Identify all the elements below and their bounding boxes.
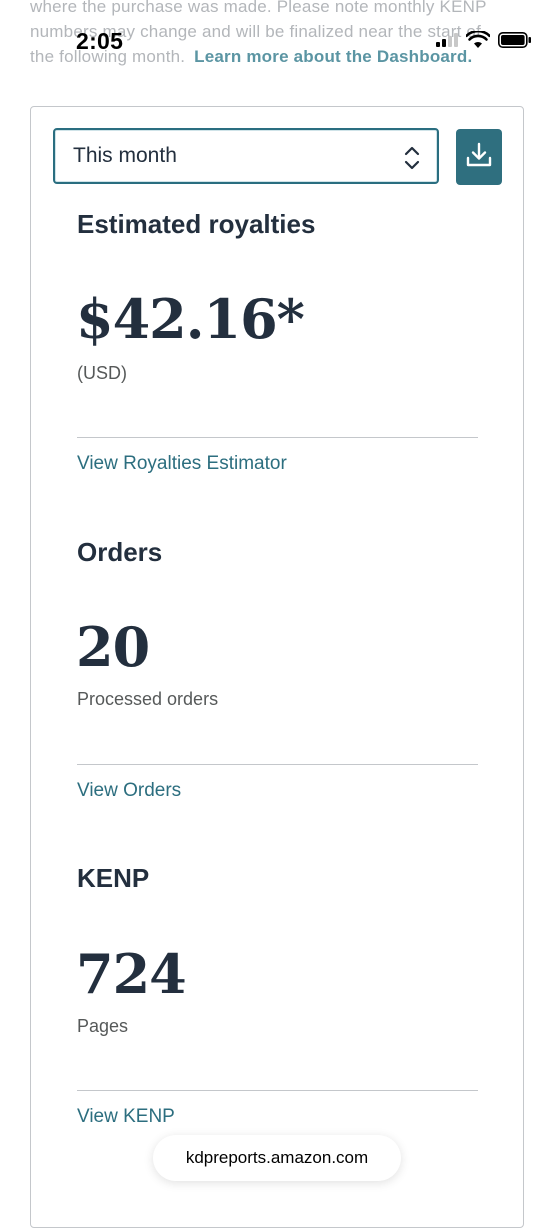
divider (77, 764, 478, 765)
orders-label: Processed orders (77, 689, 219, 709)
dashboard-card: This month Estimated royalties $42.16* (… (30, 106, 524, 1228)
orders-title: Orders (77, 537, 163, 567)
royalties-currency: (USD) (77, 363, 127, 383)
browser-url-text: kdpreports.amazon.com (185, 1148, 369, 1167)
divider (77, 437, 478, 438)
kenp-label: Pages (77, 1016, 129, 1036)
status-time: 2:05 (76, 28, 124, 54)
orders-value: 20 (76, 615, 150, 679)
royalties-value: $42.16* (76, 287, 305, 351)
view-kenp-link[interactable]: View KENP (77, 1106, 175, 1128)
cellular-signal-icon (436, 32, 458, 52)
download-button[interactable] (456, 129, 502, 185)
view-orders-link[interactable]: View Orders (77, 780, 181, 802)
battery-icon (498, 31, 532, 53)
browser-url-bar[interactable]: kdpreports.amazon.com (153, 1135, 401, 1181)
download-icon (465, 141, 493, 174)
kenp-title: KENP (77, 863, 150, 893)
status-icons (436, 29, 532, 54)
royalties-title: Estimated royalties (77, 209, 316, 239)
status-bar: 2:05 (0, 24, 554, 60)
period-select[interactable]: This month (53, 128, 439, 184)
chevron-up-down-icon (403, 144, 421, 178)
divider (77, 1090, 478, 1091)
period-select-value: This month (73, 144, 177, 167)
kenp-value: 724 (76, 942, 187, 1006)
intro-line-1: where the purchase was made. Please note… (30, 0, 487, 16)
wifi-icon (465, 29, 491, 54)
view-royalties-estimator-link[interactable]: View Royalties Estimator (77, 453, 287, 475)
